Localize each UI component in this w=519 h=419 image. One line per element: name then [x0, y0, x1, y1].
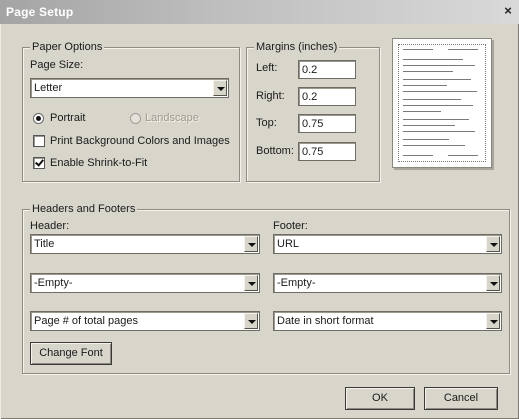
footer-line-1-value: URL [277, 238, 300, 250]
margin-bottom-input[interactable]: 0.75 [298, 142, 356, 161]
footer-label: Footer: [273, 220, 308, 232]
chevron-down-icon[interactable] [244, 275, 258, 291]
page-size-value: Letter [34, 82, 63, 94]
chevron-down-icon[interactable] [486, 275, 500, 291]
close-icon[interactable]: × [500, 3, 516, 19]
margin-right-label: Right: [256, 90, 285, 102]
footer-line-2-value: -Empty- [277, 277, 316, 289]
margin-top-value: 0.75 [302, 118, 324, 130]
page-size-label: Page Size: [30, 59, 84, 71]
chevron-down-icon[interactable] [486, 236, 500, 252]
header-line-1-dropdown[interactable]: Title [30, 234, 260, 254]
margin-left-label: Left: [256, 62, 278, 74]
margin-top-input[interactable]: 0.75 [298, 114, 356, 133]
paper-options-legend: Paper Options [30, 41, 105, 53]
margin-left-input[interactable]: 0.2 [298, 60, 356, 79]
footer-line-2-dropdown[interactable]: -Empty- [273, 273, 502, 293]
footer-line-3-dropdown[interactable]: Date in short format [273, 311, 502, 331]
dialog-title: Page Setup [6, 5, 74, 19]
margin-left-value: 0.2 [302, 64, 318, 76]
title-bar[interactable]: Page Setup × [0, 0, 519, 24]
ok-button[interactable]: OK [345, 387, 415, 410]
margin-right-value: 0.2 [302, 91, 318, 103]
margin-bottom-label: Bottom: [256, 145, 294, 157]
margin-top-label: Top: [256, 117, 277, 129]
header-line-1-value: Title [34, 238, 55, 250]
margin-bottom-value: 0.75 [302, 146, 324, 158]
cancel-label: Cancel [443, 392, 479, 404]
print-background-checkbox[interactable] [33, 135, 45, 147]
portrait-radio[interactable] [33, 113, 44, 124]
footer-line-1-dropdown[interactable]: URL [273, 234, 502, 254]
landscape-radio[interactable] [130, 113, 141, 124]
cancel-button[interactable]: Cancel [424, 387, 498, 410]
headers-footers-legend: Headers and Footers [30, 203, 138, 215]
change-font-label: Change Font [39, 347, 103, 359]
margins-legend: Margins (inches) [254, 41, 340, 53]
header-line-3-dropdown[interactable]: Page # of total pages [30, 311, 260, 331]
print-background-label[interactable]: Print Background Colors and Images [50, 135, 230, 148]
header-line-2-value: -Empty- [34, 277, 73, 289]
shrink-to-fit-label[interactable]: Enable Shrink-to-Fit [50, 157, 147, 170]
header-line-3-value: Page # of total pages [34, 315, 138, 327]
header-label: Header: [30, 220, 70, 232]
portrait-label[interactable]: Portrait [50, 112, 85, 125]
chevron-down-icon[interactable] [244, 236, 258, 252]
chevron-down-icon[interactable] [244, 313, 258, 329]
landscape-label[interactable]: Landscape [145, 112, 199, 125]
chevron-down-icon[interactable] [213, 80, 227, 96]
page-setup-dialog: Page Setup × Paper Options Page Size: Le… [0, 0, 519, 419]
page-preview [392, 38, 492, 168]
footer-line-3-value: Date in short format [277, 315, 374, 327]
shrink-to-fit-checkbox[interactable] [33, 157, 45, 169]
ok-label: OK [372, 392, 388, 404]
chevron-down-icon[interactable] [486, 313, 500, 329]
page-size-dropdown[interactable]: Letter [30, 78, 229, 98]
margin-right-input[interactable]: 0.2 [298, 87, 356, 106]
header-line-2-dropdown[interactable]: -Empty- [30, 273, 260, 293]
change-font-button[interactable]: Change Font [30, 342, 112, 365]
